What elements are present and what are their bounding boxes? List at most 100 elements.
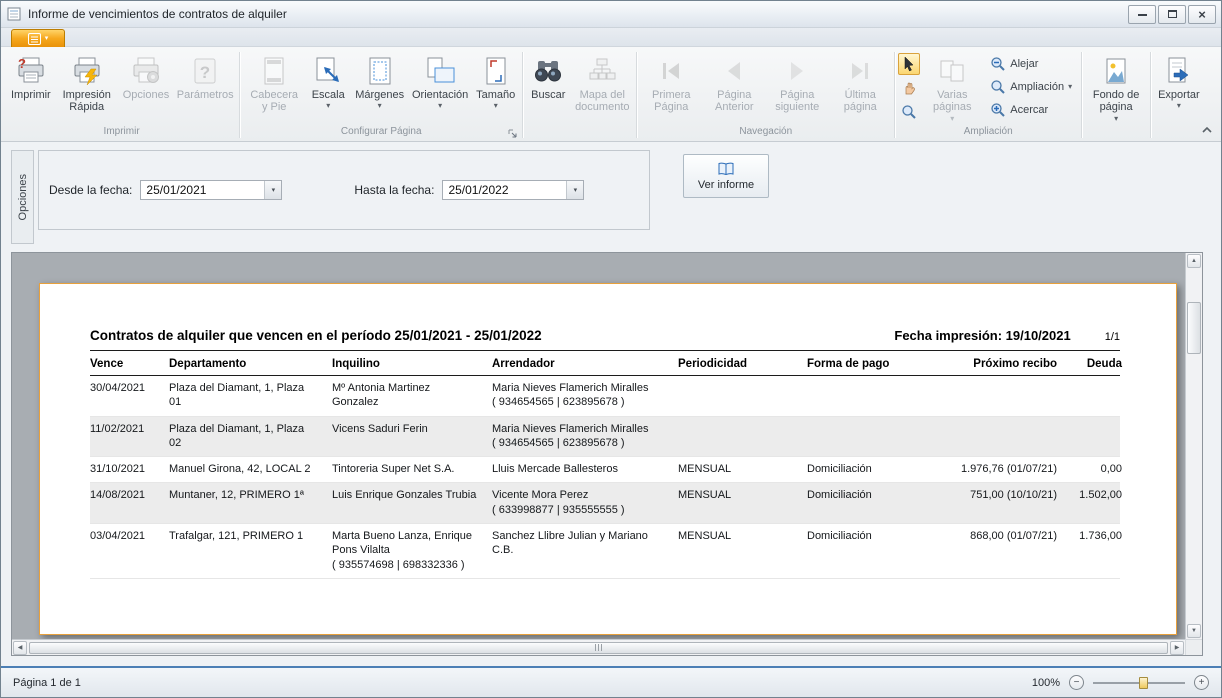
zoom-dropdown-button[interactable]: Ampliación ▾: [984, 76, 1078, 97]
date-filter-box: Desde la fecha: 25/01/2021 ▾ Hasta la fe…: [38, 150, 650, 230]
horizontal-scroll-thumb[interactable]: [29, 642, 1168, 654]
print-button[interactable]: ? Imprimir: [7, 51, 55, 103]
report-header: Contratos de alquiler que vencen en el p…: [90, 328, 1120, 351]
window-title: Informe de vencimientos de contratos de …: [28, 7, 1126, 21]
magnifier-tool-button[interactable]: [898, 101, 920, 123]
scale-icon: [312, 55, 344, 87]
col-header-deuda: Deuda: [1057, 358, 1122, 370]
scroll-grip: [598, 644, 599, 651]
last-page-icon: [844, 55, 876, 87]
chevron-down-icon[interactable]: ▾: [566, 181, 583, 199]
chevron-down-icon: ▾: [45, 35, 49, 42]
chevron-down-icon: ▾: [326, 102, 330, 110]
cell-deuda: 1.736,00: [1057, 529, 1122, 572]
size-label: Tamaño: [476, 89, 515, 101]
cell-departamento: Plaza del Diamant, 1, Plaza 02: [169, 422, 332, 451]
collapse-ribbon-button[interactable]: [1198, 122, 1215, 137]
header-footer-button: Cabecera y Pie: [243, 51, 305, 116]
margins-icon: [364, 55, 396, 87]
previous-page-label: Página Anterior: [707, 89, 761, 114]
cell-inquilino: Tintoreria Super Net S.A.: [332, 462, 492, 476]
pointer-tool-button[interactable]: [898, 53, 920, 75]
next-page-label: Página siguiente: [770, 89, 824, 114]
size-button[interactable]: Tamaño ▾: [472, 51, 519, 112]
parameters-label: Parámetros: [177, 89, 234, 101]
ribbon-group-documento: Buscar Mapa del documento: [524, 49, 635, 141]
zoom-out-status-button[interactable]: −: [1069, 675, 1084, 690]
zoom-in-button[interactable]: Acercar: [984, 99, 1078, 120]
view-report-button[interactable]: Ver informe: [683, 154, 769, 198]
page-background-button[interactable]: Fondo de página ▾: [1085, 51, 1147, 125]
group-caption-configurar: Configurar Página: [241, 126, 521, 141]
dialog-launcher-button[interactable]: [507, 128, 519, 140]
col-header-departamento: Departamento: [169, 358, 332, 370]
chevron-down-icon: ▾: [1068, 83, 1072, 91]
cell-forma-pago: Domiciliación: [807, 529, 937, 572]
to-date-combo[interactable]: 25/01/2022 ▾: [442, 180, 584, 200]
cell-periodicidad: MENSUAL: [678, 529, 807, 572]
zoom-out-button[interactable]: Alejar: [984, 53, 1078, 74]
close-button[interactable]: ×: [1188, 5, 1216, 24]
print-options-icon: [130, 55, 162, 87]
vertical-scrollbar[interactable]: ▲ ▼: [1185, 253, 1202, 639]
from-date-label: Desde la fecha:: [49, 183, 132, 197]
menu-lines-icon: [28, 33, 41, 45]
orientation-label: Orientación: [412, 89, 468, 101]
scroll-right-button[interactable]: ▶: [1170, 641, 1184, 655]
zoom-slider-thumb[interactable]: [1139, 677, 1148, 689]
to-date-field: Hasta la fecha: 25/01/2022 ▾: [354, 180, 584, 200]
zoom-slider[interactable]: [1093, 675, 1185, 690]
orientation-button[interactable]: Orientación ▾: [409, 51, 471, 112]
report-column-headers: Vence Departamento Inquilino Arrendador …: [90, 351, 1120, 376]
ribbon-group-imprimir: ? Imprimir Impresión Rápida Opciones ? P…: [5, 49, 238, 141]
quick-print-button[interactable]: Impresión Rápida: [56, 51, 118, 116]
zoom-in-status-button[interactable]: +: [1194, 675, 1209, 690]
col-header-forma-pago: Forma de pago: [807, 358, 937, 370]
vertical-scroll-thumb[interactable]: [1187, 302, 1201, 354]
horizontal-scrollbar[interactable]: ◀ ▶: [12, 639, 1185, 655]
maximize-button[interactable]: [1158, 5, 1186, 24]
quick-print-icon: [71, 55, 103, 87]
cell-vence: 31/10/2021: [90, 462, 169, 476]
zoom-out-icon: [990, 56, 1006, 72]
scroll-left-button[interactable]: ◀: [13, 641, 27, 655]
ribbon-group-ampliacion: Varias páginas ▾ Alejar Ampliación ▾: [896, 49, 1080, 141]
options-panel: Opciones Desde la fecha: 25/01/2021 ▾ Ha…: [11, 150, 1203, 244]
cell-proximo-recibo: [937, 381, 1057, 410]
export-icon: [1163, 55, 1195, 87]
zoom-controls: 100% − +: [1032, 675, 1209, 690]
document-map-button: Mapa del documento: [571, 51, 633, 116]
export-button[interactable]: Exportar ▾: [1154, 51, 1204, 112]
group-caption-fondo: [1083, 126, 1149, 141]
pointer-icon: [901, 56, 917, 72]
chevron-down-icon[interactable]: ▾: [264, 181, 281, 199]
export-label: Exportar: [1158, 89, 1200, 101]
scale-button[interactable]: Escala ▾: [306, 51, 350, 112]
page-background-label: Fondo de página: [1089, 89, 1143, 114]
cell-arrendador: Sanchez Llibre Julian y Mariano C.B.: [492, 529, 678, 572]
cell-periodicidad: [678, 422, 807, 451]
multiple-pages-label: Varias páginas: [925, 89, 979, 114]
minimize-icon: [1138, 8, 1147, 16]
cell-vence: 11/02/2021: [90, 422, 169, 451]
document-map-icon: [586, 55, 618, 87]
chevron-down-icon: ▾: [1177, 102, 1181, 110]
minimize-button[interactable]: [1128, 5, 1156, 24]
group-caption-imprimir: Imprimir: [5, 126, 238, 141]
header-footer-label: Cabecera y Pie: [247, 89, 301, 114]
scroll-grip: [601, 644, 602, 651]
application-menu-button[interactable]: ▾: [11, 29, 65, 47]
scroll-down-button[interactable]: ▼: [1187, 624, 1201, 638]
ribbon-tab-row: ▾: [1, 28, 1221, 47]
scroll-up-button[interactable]: ▲: [1187, 254, 1201, 268]
cell-inquilino: Luis Enrique Gonzales Trubia: [332, 488, 492, 517]
multiple-pages-button: Varias páginas ▾: [921, 51, 983, 125]
hand-tool-button[interactable]: [898, 77, 920, 99]
next-page-button: Página siguiente: [766, 51, 828, 116]
options-tab[interactable]: Opciones: [11, 150, 34, 244]
from-date-combo[interactable]: 25/01/2021 ▾: [140, 180, 282, 200]
margins-button[interactable]: Márgenes ▾: [351, 51, 408, 112]
zoom-in-label: Acercar: [1010, 104, 1048, 116]
zoom-out-label: Alejar: [1010, 58, 1038, 70]
search-button[interactable]: Buscar: [526, 51, 570, 103]
